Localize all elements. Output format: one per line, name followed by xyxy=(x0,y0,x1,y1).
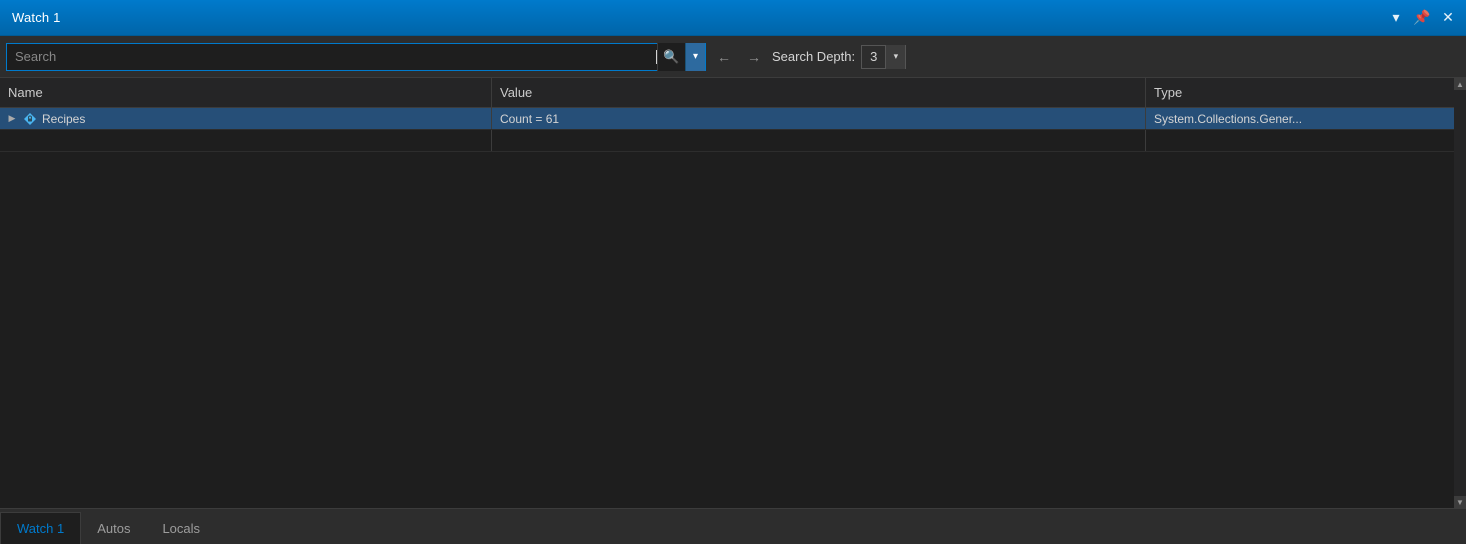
column-header-name: Name xyxy=(0,78,492,107)
depth-dropdown-button[interactable]: ▾ xyxy=(885,45,905,69)
column-header-value: Value xyxy=(492,78,1146,107)
row-value: Count = 61 xyxy=(500,112,559,126)
scrollbar-up-button[interactable]: ▲ xyxy=(1454,78,1466,90)
scrollbar-down-button[interactable]: ▼ xyxy=(1454,496,1466,508)
title-bar-controls: ▾ 📌 ✕ xyxy=(1386,8,1458,28)
search-box: 🔍 ▾ xyxy=(6,43,706,71)
dropdown-button[interactable]: ▾ xyxy=(1386,8,1406,28)
empty-value-cell xyxy=(492,130,1146,151)
toolbar: 🔍 ▾ ← → Search Depth: 3 ▾ xyxy=(0,36,1466,78)
table-area: Name Value Type ▶ xyxy=(0,78,1466,508)
nav-back-button[interactable]: ← xyxy=(712,45,736,69)
name-cell: ▶ Recipes xyxy=(0,108,492,129)
window-title: Watch 1 xyxy=(12,10,61,25)
column-header-type: Type xyxy=(1146,78,1466,107)
collection-icon xyxy=(22,111,38,127)
empty-type-cell xyxy=(1146,130,1466,151)
tab-watch1[interactable]: Watch 1 xyxy=(0,512,81,544)
pin-button[interactable]: 📌 xyxy=(1412,8,1432,28)
row-type: System.Collections.Gener... xyxy=(1154,112,1302,126)
nav-forward-button[interactable]: → xyxy=(742,45,766,69)
search-dropdown-button[interactable]: ▾ xyxy=(685,43,705,71)
depth-select[interactable]: 3 ▾ xyxy=(861,45,906,69)
table-header: Name Value Type xyxy=(0,78,1466,108)
row-name: Recipes xyxy=(42,112,85,126)
scrollbar[interactable]: ▲ ▼ xyxy=(1454,78,1466,508)
type-cell: System.Collections.Gener... xyxy=(1146,108,1466,129)
depth-value: 3 xyxy=(862,45,885,69)
table-row[interactable]: ▶ Recipes Count = 61 System.Collections.… xyxy=(0,108,1466,130)
tab-autos[interactable]: Autos xyxy=(81,512,146,544)
value-cell: Count = 61 xyxy=(492,108,1146,129)
search-icon-button[interactable]: 🔍 xyxy=(657,43,685,71)
empty-row[interactable] xyxy=(0,130,1466,152)
expand-arrow-icon[interactable]: ▶ xyxy=(4,111,20,127)
search-depth-label: Search Depth: xyxy=(772,49,855,64)
tab-bar: Watch 1 Autos Locals xyxy=(0,508,1466,544)
empty-name-cell xyxy=(0,130,492,151)
search-input[interactable] xyxy=(7,44,655,70)
title-bar: Watch 1 ▾ 📌 ✕ xyxy=(0,0,1466,36)
table-body[interactable]: ▶ Recipes Count = 61 System.Collections.… xyxy=(0,108,1466,508)
close-button[interactable]: ✕ xyxy=(1438,8,1458,28)
tab-locals[interactable]: Locals xyxy=(146,512,216,544)
